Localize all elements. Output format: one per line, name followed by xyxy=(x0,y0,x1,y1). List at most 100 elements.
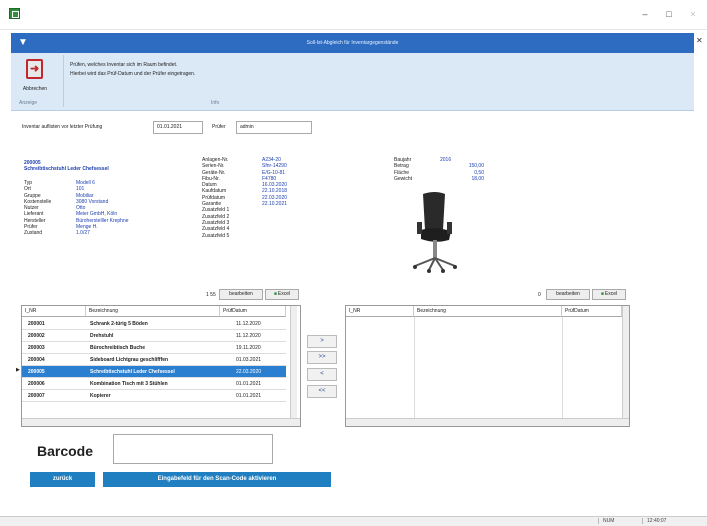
row-nr: 200001 xyxy=(28,321,45,327)
right-col-bezeichnung[interactable]: Bezeichnung xyxy=(414,306,562,317)
close-icon[interactable]: ✕ xyxy=(696,36,703,45)
exit-button[interactable]: Abbrechen xyxy=(13,55,57,99)
details-left-labels: Typ Ort Gruppe Kostenstelle Nutzer Liefe… xyxy=(24,180,51,237)
row-name: Sideboard Lichtgrau geschlifffen xyxy=(90,357,169,363)
row-nr: 200002 xyxy=(28,333,45,339)
ribbon-title: Soll-Ist-Abgleich für Inventargegenständ… xyxy=(306,40,399,46)
table-row[interactable]: 200004 Sideboard Lichtgrau geschlifffen … xyxy=(22,354,286,366)
right-excel-button[interactable]: Excel xyxy=(592,289,626,300)
back-button[interactable]: zurück xyxy=(30,472,95,487)
left-table[interactable]: I_NR Bezeichnung PrüfDatum 200001 Schran… xyxy=(21,305,301,427)
item-name: Schreibtischstuhl Leder Chefsessel xyxy=(24,166,109,172)
row-nr: 200006 xyxy=(28,381,45,387)
info-line-2: Hierbei wird das Prüf-Datum und der Prüf… xyxy=(70,71,196,77)
row-date: 11.12.2020 xyxy=(236,321,261,327)
window-titlebar xyxy=(0,0,707,30)
left-horizontal-scrollbar[interactable] xyxy=(22,418,300,426)
label-zusatzfeld-5: Zusatzfeld 5 xyxy=(202,232,230,239)
activate-scan-button[interactable]: Eingabefeld für den Scan-Code aktivieren xyxy=(103,472,331,487)
label-zustand: Zustand xyxy=(24,230,43,237)
table-row[interactable]: 200006 Kombination Tisch mit 3 Stühlen 0… xyxy=(22,378,286,390)
chair-image xyxy=(413,192,457,273)
label-zusatzfeld-1: Zusatzfeld 1 xyxy=(202,207,230,214)
left-count: 1 55 xyxy=(206,292,216,298)
move-all-left-button[interactable]: << xyxy=(307,385,337,398)
value-garantie: 22.10.2021 xyxy=(262,201,288,208)
right-excel-label: Excel xyxy=(604,291,618,297)
row-nr: 200004 xyxy=(28,357,45,363)
table-row[interactable]: 200007 Kopierer 01.01.2021 xyxy=(22,390,286,402)
left-col-bezeichnung[interactable]: Bezeichnung xyxy=(86,306,220,317)
barcode-input[interactable] xyxy=(113,434,273,464)
pruefer-label: Prüfer xyxy=(212,124,226,130)
value-serien-nr: Sfnr-14290 xyxy=(262,163,287,170)
row-date: 01.01.2021 xyxy=(236,381,262,387)
left-excel-button[interactable]: Excel xyxy=(265,289,299,300)
table-row[interactable]: 200003 Bürochreibtisch Buche 19.11.2020 xyxy=(22,342,286,354)
date-filter-label: Inventar auflisten vor letzter Prüfung xyxy=(22,124,103,130)
label-kaufdatum: Kaufdatum xyxy=(202,188,227,195)
status-bar: NUM 12:40:07 xyxy=(0,516,707,526)
left-excel-label: Excel xyxy=(277,291,291,297)
row-name: Bürochreibtisch Buche xyxy=(90,345,146,351)
value-gewicht: 18,00 xyxy=(471,175,484,182)
row-pointer-icon: ▶ xyxy=(16,367,20,373)
row-nr: 200007 xyxy=(28,393,45,399)
minimize-button[interactable]: – xyxy=(637,6,653,22)
row-name: Kombination Tisch mit 3 Stühlen xyxy=(90,381,168,387)
row-name: Kopierer xyxy=(90,393,111,399)
status-num: NUM xyxy=(598,518,614,524)
row-name: Drehstuhl xyxy=(90,333,114,339)
details-right-labels: Baujahr Betrag Fläche Gewicht xyxy=(394,157,412,182)
ribbon: Abbrechen Anzeige Prüfen, welches Invent… xyxy=(11,53,694,111)
barcode-label: Barcode xyxy=(37,443,94,459)
details-mid-values: A234-20 Sfnr-14290 E/G-10-81 F4780 16.03… xyxy=(262,157,287,207)
left-col-pruefdatum[interactable]: PrüfDatum xyxy=(220,306,286,317)
right-col-pruefdatum[interactable]: PrüfDatum xyxy=(562,306,622,317)
details-left-values: Modell 6 101 Mobiliar 3080 Vorstand Otto… xyxy=(76,180,129,237)
ribbon-header: ▼ Soll-Ist-Abgleich für Inventargegenstä… xyxy=(11,33,694,53)
right-table[interactable]: I_NR Bezeichnung PrüfDatum xyxy=(345,305,630,427)
move-left-button[interactable]: < xyxy=(307,368,337,381)
label-zusatzfeld-4: Zusatzfeld 4 xyxy=(202,226,230,233)
right-edit-button[interactable]: bearbeiten xyxy=(546,289,590,300)
maximize-button[interactable]: □ xyxy=(661,6,677,22)
pruefer-input[interactable]: admin xyxy=(236,121,312,134)
left-col-inr[interactable]: I_NR xyxy=(22,306,86,317)
row-date: 19.11.2020 xyxy=(236,345,261,351)
left-vertical-scrollbar[interactable] xyxy=(290,306,297,418)
date-filter-input[interactable]: 01.01.2021 xyxy=(153,121,203,134)
row-nr: 200003 xyxy=(28,345,45,351)
details-mid-labels: Anlagen-Nr. Serien-Nr. Geräte-Nr. Fibu-N… xyxy=(202,157,229,239)
column-divider xyxy=(562,317,563,418)
details-right-values: 2016 150,00 0,50 18,00 xyxy=(440,157,484,182)
table-row[interactable]: 200001 Schrank 2-türig 5 Böden 11.12.202… xyxy=(22,318,286,330)
column-divider xyxy=(414,317,415,418)
info-line-1: Prüfen, welches Inventar sich im Raum be… xyxy=(70,62,178,68)
row-date: 01.01.2021 xyxy=(236,393,262,399)
right-horizontal-scrollbar[interactable] xyxy=(346,418,629,426)
row-name: Schrank 2-türig 5 Böden xyxy=(90,321,148,327)
label-geraete-nr: Geräte-Nr. xyxy=(202,169,226,176)
exit-label: Abbrechen xyxy=(22,86,48,92)
move-all-right-button[interactable]: >> xyxy=(307,351,337,364)
right-col-inr[interactable]: I_NR xyxy=(346,306,414,317)
table-row-selected[interactable]: 200005 Schreibtischstuhl Leder Chefsesse… xyxy=(22,366,286,378)
row-date: 01.03.2021 xyxy=(236,357,262,363)
status-time: 12:40:07 xyxy=(642,518,666,524)
close-window-button[interactable]: × xyxy=(685,6,701,22)
label-gewicht: Gewicht xyxy=(394,175,413,182)
move-right-button[interactable]: > xyxy=(307,335,337,348)
exit-icon xyxy=(26,59,43,79)
row-date: 22.03.2020 xyxy=(236,369,262,375)
row-name: Schreibtischstuhl Leder Chefsessel xyxy=(90,369,175,375)
row-date: 11.12.2020 xyxy=(236,333,261,339)
right-vertical-scrollbar[interactable] xyxy=(622,306,629,418)
info-panel: Prüfen, welches Inventar sich im Raum be… xyxy=(63,55,381,107)
value-zustand: 1.0/27 xyxy=(76,230,90,237)
right-count: 0 xyxy=(538,292,541,298)
app-icon xyxy=(9,8,20,19)
row-nr: 200005 xyxy=(28,369,45,375)
left-edit-button[interactable]: bearbeiten xyxy=(219,289,263,300)
table-row[interactable]: 200002 Drehstuhl 11.12.2020 xyxy=(22,330,286,342)
